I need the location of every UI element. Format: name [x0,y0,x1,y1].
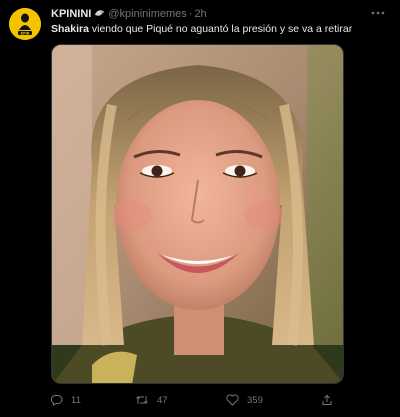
tweet-text-rest: viendo que Piqué no aguantó la presión y… [88,23,353,35]
more-options-button[interactable] [370,6,386,20]
like-button[interactable]: 359 [226,392,263,408]
avatar-logo-icon: KPIN [9,8,41,40]
timestamp[interactable]: 2h [194,8,206,20]
tweet-actions: 11 47 359 [51,392,344,408]
tweet-header: KPININI @kpininimemes · 2h [51,8,207,21]
share-icon [322,394,332,405]
share-button[interactable] [321,392,341,408]
retweet-count: 47 [157,394,168,406]
retweet-icon [136,396,148,404]
retweet-button[interactable]: 47 [135,392,168,408]
separator-dot: · [188,8,193,20]
avatar-label: KPIN [21,31,30,35]
like-count: 359 [247,394,263,406]
tweet-card[interactable]: KPIN KPININI @kpininimemes · 2h Shakira vi… [0,0,400,417]
avatar[interactable]: KPIN [9,8,41,40]
reply-button[interactable]: 11 [51,392,81,408]
tweet-text: Shakira viendo que Piqué no aguantó la p… [51,23,391,36]
bird-emoji-icon [95,10,105,16]
heart-icon [226,394,239,406]
reply-count: 11 [71,394,81,406]
reply-icon [51,394,63,406]
photo-illustration [52,45,343,383]
tweet-text-bold: Shakira [51,23,89,35]
handle[interactable]: @kpininimemes [108,8,186,20]
display-name[interactable]: KPININI [51,8,91,20]
tweet-photo[interactable] [51,44,344,384]
more-dots-icon [371,11,385,15]
